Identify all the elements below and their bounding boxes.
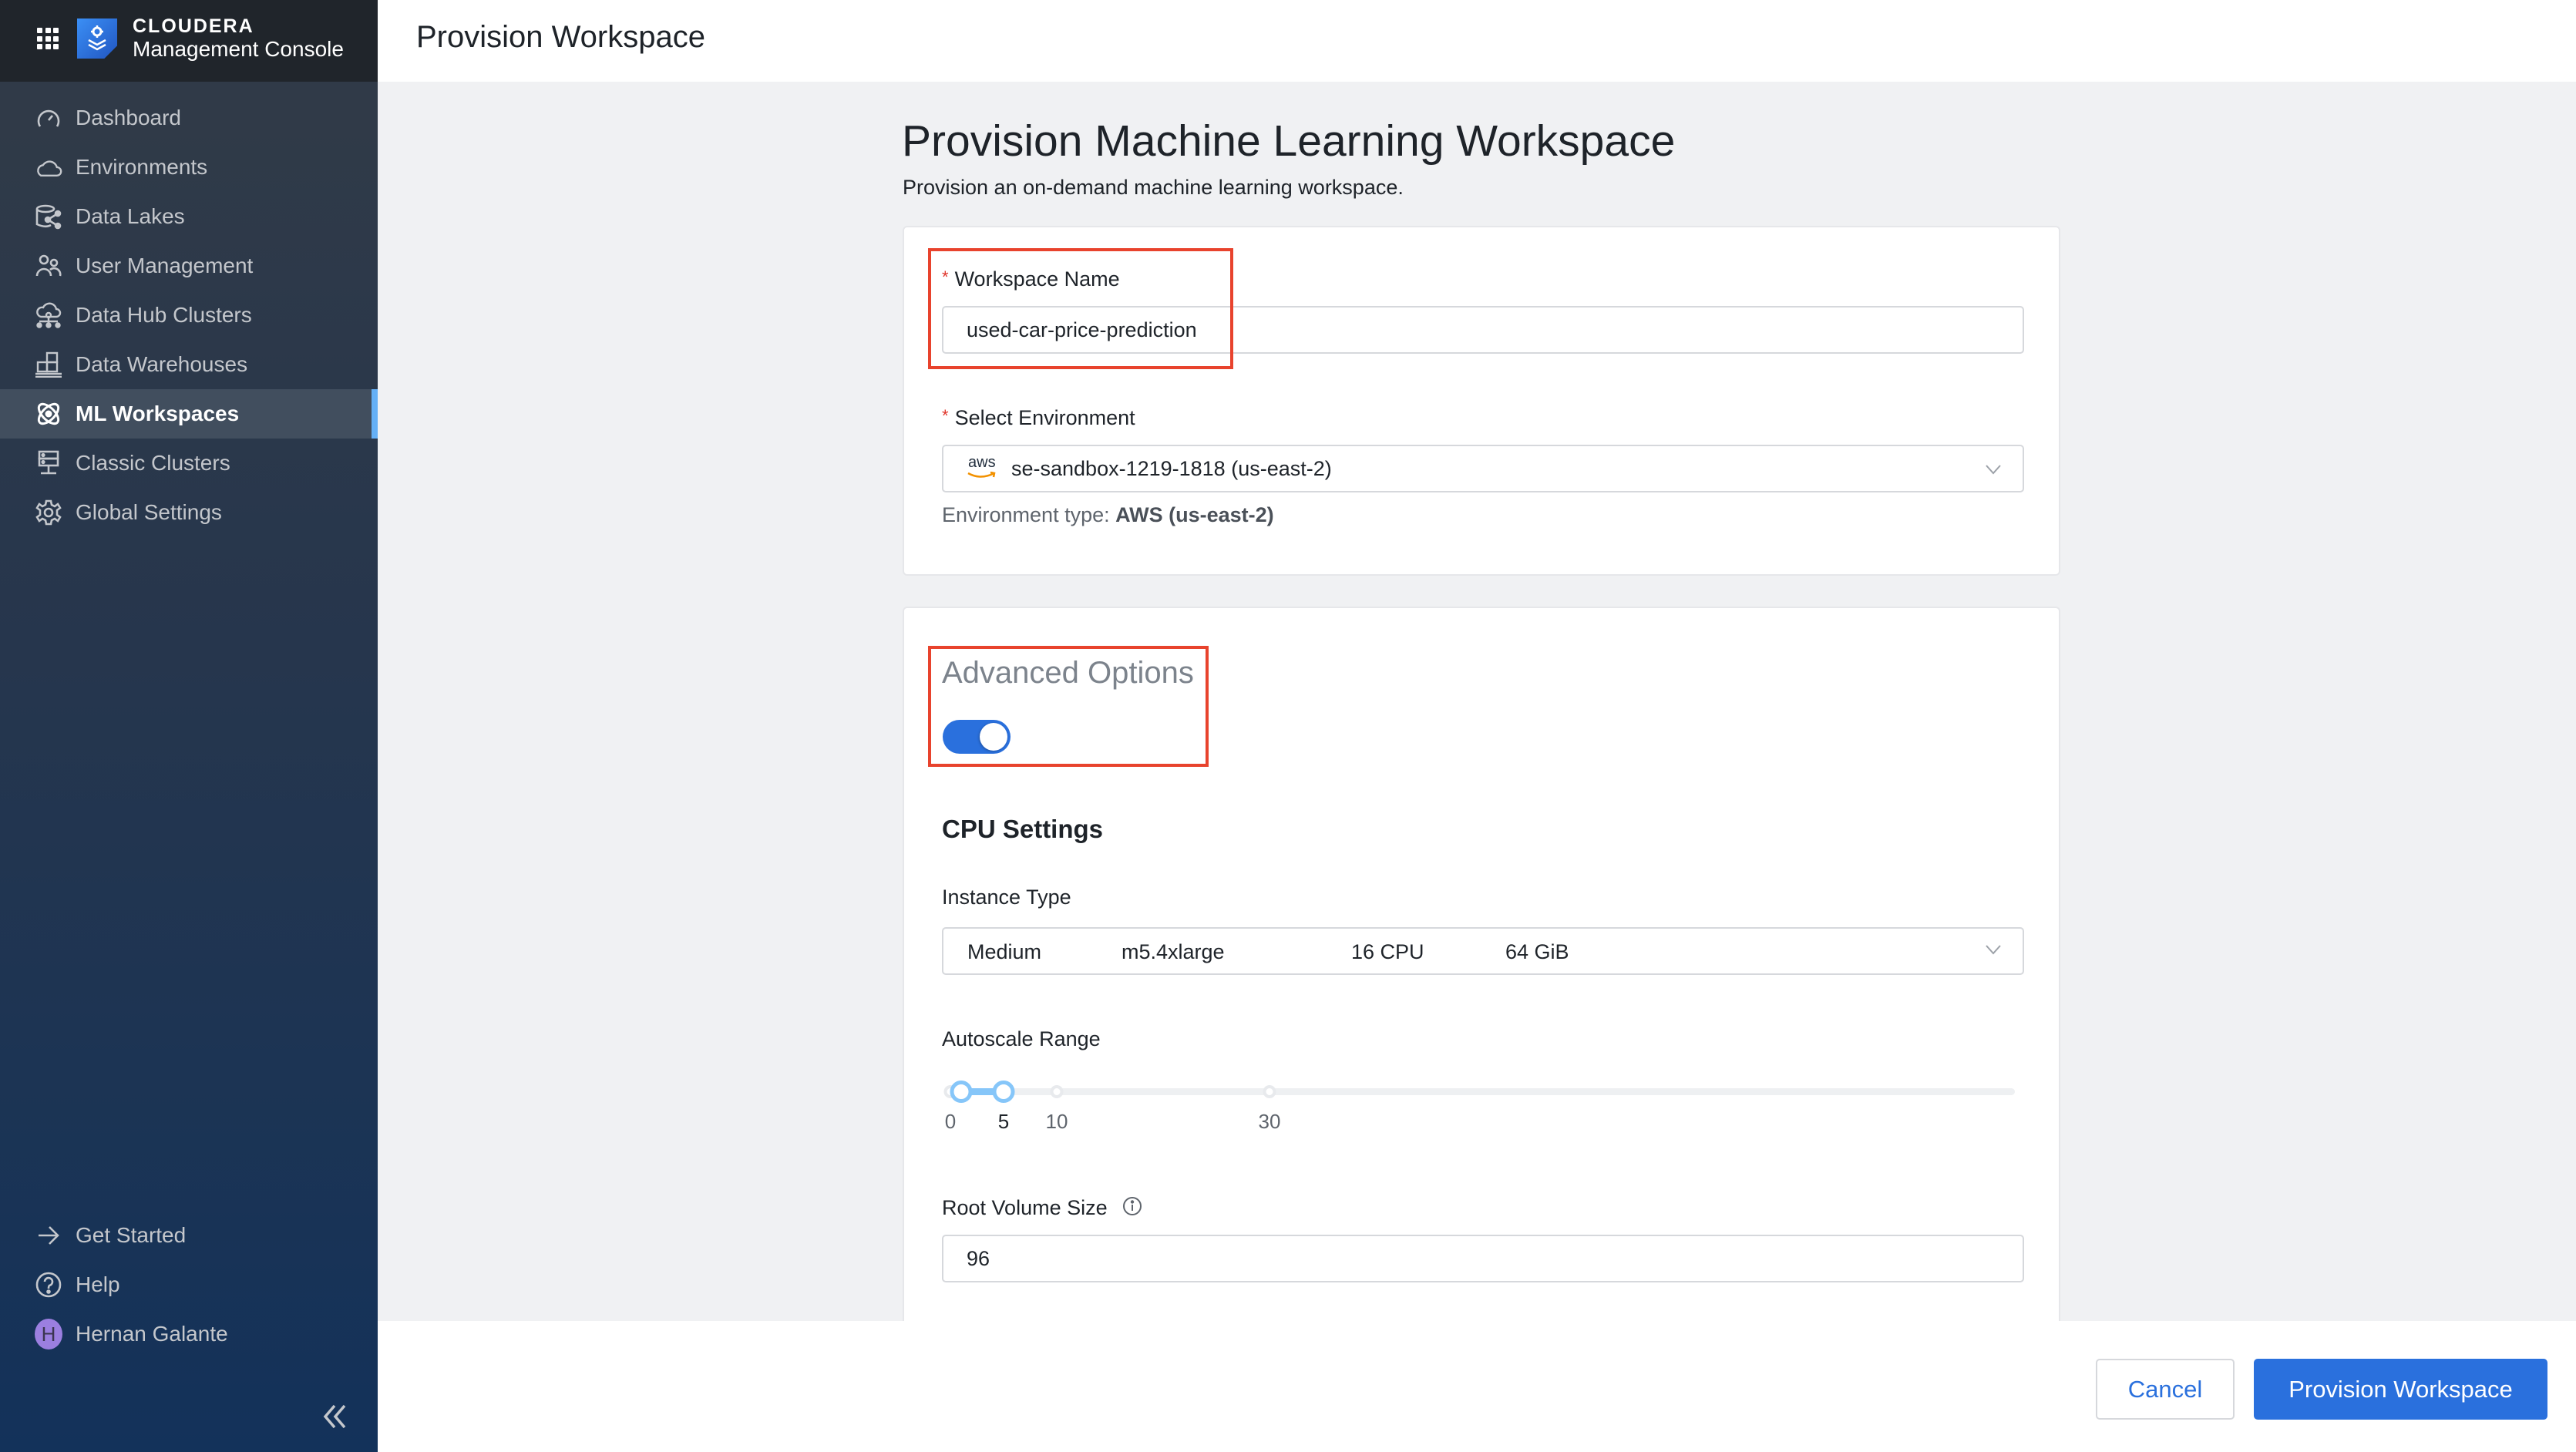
slider-mark-label[interactable]: 5: [998, 1110, 1009, 1134]
environment-type: Environment type: AWS (us-east-2): [942, 503, 1274, 527]
sidebar-item-classic-clusters[interactable]: Classic Clusters: [0, 439, 378, 488]
toggle-knob: [980, 723, 1007, 751]
sidebar-item-user-management[interactable]: User Management: [0, 241, 378, 291]
root-volume-value: 96: [967, 1246, 990, 1270]
instance-cpu: 16 CPU: [1351, 940, 1424, 963]
brand-bar: CLOUDERA Management Console: [0, 0, 378, 82]
instance-type-select[interactable]: Medium m5.4xlarge 16 CPU 64 GiB: [942, 927, 2024, 975]
slider-mark-dot[interactable]: [1050, 1085, 1064, 1098]
top-header: Provision Workspace: [378, 0, 2576, 82]
required-mark: *: [942, 406, 949, 425]
arrow-right-icon: [35, 1222, 62, 1249]
sidebar-item-data-hub-clusters[interactable]: Data Hub Clusters: [0, 291, 378, 340]
advanced-settings-card: Advanced Options CPU Settings Instance T…: [903, 607, 2060, 1331]
workspace-name-label: * Workspace Name: [942, 267, 1120, 291]
slider-handle-max[interactable]: [992, 1081, 1015, 1103]
instance-name: m5.4xlarge: [1122, 940, 1225, 963]
autoscale-range-label: Autoscale Range: [942, 1027, 1101, 1050]
select-environment-label-text: Select Environment: [954, 406, 1135, 429]
cancel-button[interactable]: Cancel: [2096, 1359, 2235, 1420]
workspace-name-input[interactable]: used-car-price-prediction: [942, 306, 2024, 354]
slider-handle-min[interactable]: [950, 1081, 973, 1103]
form-footer: Cancel Provision Workspace: [378, 1321, 2576, 1452]
avatar: H: [35, 1319, 62, 1349]
slider-mark-label[interactable]: 0: [945, 1110, 956, 1134]
advanced-options-toggle[interactable]: [943, 720, 1011, 754]
page-subtitle: Provision an on-demand machine learning …: [903, 176, 1404, 199]
workspace-name-value: used-car-price-prediction: [967, 318, 1197, 341]
sidebar-item-dashboard[interactable]: Dashboard: [0, 93, 378, 143]
sidebar-item-label: Help: [76, 1272, 120, 1296]
slider-track[interactable]: [950, 1088, 2015, 1095]
collapse-sidebar-icon[interactable]: [319, 1401, 350, 1432]
sidebar-item-label: User Management: [76, 254, 254, 277]
help-icon: [35, 1271, 62, 1299]
sidebar-item-label: ML Workspaces: [76, 402, 240, 425]
environment-type-value: AWS (us-east-2): [1115, 503, 1274, 526]
page-title: Provision Machine Learning Workspace: [902, 116, 1676, 166]
sidebar-item-label: Data Hub Clusters: [76, 303, 252, 327]
sidebar-item-label: Global Settings: [76, 500, 222, 524]
chevron-down-icon: [1984, 460, 2003, 484]
sidebar-item-data-warehouses[interactable]: Data Warehouses: [0, 340, 378, 389]
environment-type-label: Environment type:: [942, 503, 1110, 526]
app-launcher-icon[interactable]: [37, 28, 59, 49]
slider-mark-label[interactable]: 30: [1259, 1110, 1281, 1134]
sidebar-item-label: Dashboard: [76, 106, 181, 129]
sidebar-item-label: Data Lakes: [76, 204, 185, 228]
advanced-options-title: Advanced Options: [942, 656, 1194, 690]
sidebar-item-ml-workspaces[interactable]: ML Workspaces: [0, 389, 378, 439]
management-console-logo-icon: [77, 18, 117, 59]
cloud-network-icon: [35, 301, 62, 329]
sidebar-item-get-started[interactable]: Get Started: [0, 1211, 378, 1260]
cloud-icon: [35, 153, 62, 181]
select-environment-label: * Select Environment: [942, 406, 1135, 430]
avatar-wrapper: H: [35, 1319, 62, 1349]
root-volume-label: Root Volume Size: [942, 1196, 1142, 1222]
sidebar-item-label: Get Started: [76, 1223, 187, 1247]
sidebar-nav: Dashboard Environments Data Lakes User M…: [0, 93, 378, 537]
sidebar-item-global-settings[interactable]: Global Settings: [0, 488, 378, 537]
sidebar-item-data-lakes[interactable]: Data Lakes: [0, 192, 378, 241]
users-icon: [35, 252, 62, 280]
aws-logo-text: aws: [968, 454, 996, 471]
data-lake-icon: [35, 203, 62, 230]
gauge-icon: [35, 104, 62, 132]
sidebar-item-help[interactable]: Help: [0, 1260, 378, 1309]
server-icon: [35, 449, 62, 477]
workspace-name-label-text: Workspace Name: [954, 267, 1120, 291]
warehouse-icon: [35, 351, 62, 378]
slider-mark-dot[interactable]: [1263, 1085, 1276, 1098]
environment-select[interactable]: aws se-sandbox-1219-1818 (us-east-2): [942, 445, 2024, 492]
header-title: Provision Workspace: [416, 20, 705, 54]
required-mark: *: [942, 267, 949, 287]
brand-product: Management Console: [133, 37, 344, 61]
instance-type-label: Instance Type: [942, 886, 1071, 909]
provision-workspace-button[interactable]: Provision Workspace: [2254, 1359, 2547, 1420]
sidebar: CLOUDERA Management Console Dashboard En…: [0, 0, 378, 1452]
root-volume-label-text: Root Volume Size: [942, 1196, 1108, 1219]
basic-settings-card: * Workspace Name used-car-price-predictio…: [903, 226, 2060, 576]
gear-icon: [35, 499, 62, 526]
atom-icon: [35, 400, 62, 428]
aws-logo-icon: aws: [967, 454, 997, 480]
instance-size: Medium: [967, 940, 1042, 963]
root-volume-input[interactable]: 96: [942, 1235, 2024, 1282]
instance-memory: 64 GiB: [1505, 940, 1569, 963]
sidebar-item-label: Environments: [76, 155, 208, 179]
sidebar-item-environments[interactable]: Environments: [0, 143, 378, 192]
sidebar-bottom-nav: Get Started Help H Hernan Galante: [0, 1211, 378, 1359]
cpu-settings-title: CPU Settings: [942, 815, 1104, 843]
brand-company: CLOUDERA: [133, 15, 254, 37]
info-icon[interactable]: [1122, 1196, 1142, 1222]
chevron-down-icon: [1984, 940, 2003, 964]
slider-mark-label[interactable]: 10: [1046, 1110, 1068, 1134]
sidebar-item-label: Data Warehouses: [76, 352, 248, 376]
environment-value: se-sandbox-1219-1818 (us-east-2): [1011, 456, 1332, 480]
autoscale-range-slider[interactable]: 0 5 10 30: [942, 1074, 2016, 1136]
sidebar-item-user-profile[interactable]: H Hernan Galante: [0, 1309, 378, 1359]
sidebar-item-label: Classic Clusters: [76, 451, 230, 475]
sidebar-item-label: Hernan Galante: [76, 1322, 228, 1346]
